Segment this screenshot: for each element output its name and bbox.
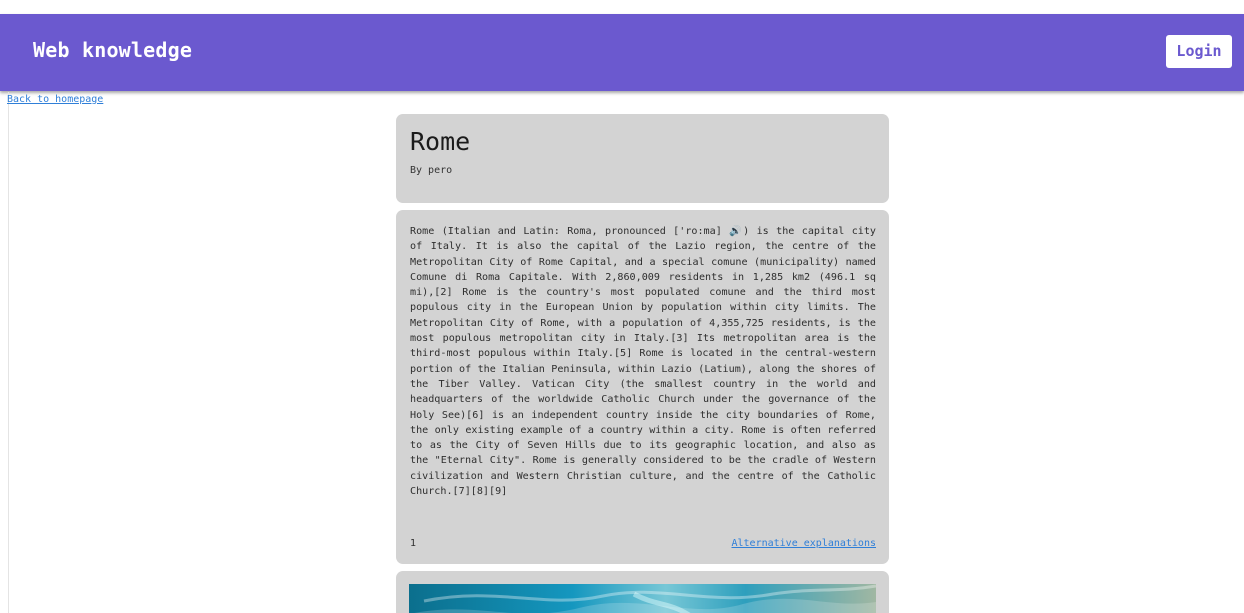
article-body-card: Rome (Italian and Latin: Roma, pronounce… <box>396 210 889 564</box>
article-image-graphic <box>409 584 876 613</box>
article-count: 1 <box>410 538 417 549</box>
article-author: By pero <box>410 165 453 176</box>
left-divider <box>8 92 9 613</box>
page: Web knowledge Login Back to homepage Rom… <box>0 0 1244 613</box>
article-body-text: Rome (Italian and Latin: Roma, pronounce… <box>410 226 876 498</box>
article-title-card: Rome By pero <box>396 114 889 203</box>
article-image-card <box>396 571 889 613</box>
top-strip <box>0 0 1244 14</box>
article-image <box>409 584 876 613</box>
site-brand: Web knowledge <box>33 38 193 62</box>
site-header: Web knowledge Login <box>0 14 1244 91</box>
login-button[interactable]: Login <box>1166 35 1232 68</box>
article-title: Rome <box>410 127 471 156</box>
back-to-homepage-link[interactable]: Back to homepage <box>7 93 103 107</box>
alternative-explanations-link[interactable]: Alternative explanations <box>732 538 877 549</box>
